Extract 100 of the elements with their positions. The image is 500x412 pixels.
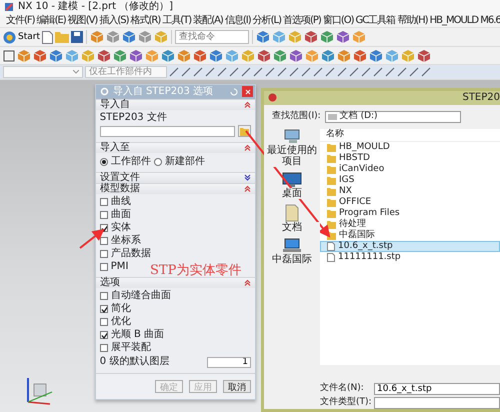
checkbox[interactable] — [100, 344, 108, 352]
checkbox[interactable] — [100, 198, 108, 206]
menu-item[interactable]: 视图(V) — [66, 14, 98, 27]
line-tool-icon[interactable] — [325, 65, 335, 79]
checkbox[interactable] — [100, 331, 108, 340]
close-button[interactable] — [242, 86, 253, 98]
file-row[interactable]: 待处理 — [320, 218, 500, 230]
radio-button[interactable] — [100, 158, 108, 166]
collapse-icon[interactable] — [244, 144, 251, 152]
file-row[interactable]: IGS — [320, 174, 500, 186]
checkbox[interactable] — [100, 237, 108, 246]
cube-icon[interactable] — [337, 48, 351, 64]
cube-icon[interactable] — [193, 48, 207, 64]
cube-icon[interactable] — [113, 48, 127, 64]
sketch-icon[interactable] — [3, 48, 15, 64]
line-tool-icon[interactable] — [361, 65, 371, 79]
file-row[interactable]: 11111111.stp — [320, 252, 500, 263]
line-tool-icon[interactable] — [301, 65, 311, 79]
start-button[interactable]: Start — [3, 29, 40, 46]
cube-icon[interactable] — [122, 29, 136, 46]
line-tool-icon[interactable] — [313, 65, 323, 79]
file-name-field[interactable]: 10.6_x_t.stp — [374, 382, 500, 395]
line-tool-icon[interactable] — [289, 65, 299, 79]
line-tool-icon[interactable] — [397, 65, 407, 79]
open-folder-button[interactable] — [238, 125, 251, 138]
cube-icon[interactable] — [161, 48, 175, 64]
file-row[interactable]: 10.6_x_t.stp — [320, 240, 500, 252]
section-header[interactable]: 选项 — [96, 276, 255, 288]
cube-icon[interactable] — [129, 48, 143, 64]
search-field[interactable]: 查找命令 — [175, 30, 249, 44]
file-row[interactable]: HBSTD — [320, 152, 500, 164]
cube-icon[interactable] — [106, 29, 120, 46]
cube-icon[interactable] — [209, 48, 223, 64]
file-type-field[interactable] — [374, 396, 500, 409]
checkbox[interactable] — [100, 211, 108, 220]
cube-icon[interactable] — [90, 29, 104, 46]
menu-item[interactable]: 编辑(E) — [36, 14, 67, 27]
section-header[interactable]: 设置文件 — [96, 172, 255, 183]
cube-icon[interactable] — [273, 48, 287, 64]
section-header[interactable]: 导入自 — [96, 98, 255, 110]
menu-item[interactable]: 工具(T) — [161, 14, 192, 27]
file-row[interactable]: iCanVideo — [320, 164, 500, 175]
menu-item[interactable]: 装配(A) — [192, 14, 224, 27]
cube-icon[interactable] — [385, 48, 399, 64]
cube-icon[interactable] — [177, 48, 191, 64]
line-tool-icon[interactable] — [337, 65, 347, 79]
cube-icon[interactable] — [417, 48, 431, 64]
section-header[interactable]: 模型数据 — [96, 182, 255, 194]
line-tool-icon[interactable] — [421, 65, 431, 79]
menu-item[interactable]: 文件(F) — [5, 14, 36, 27]
menu-item[interactable]: 帮助(H) — [396, 14, 429, 27]
look-in-dropdown[interactable]: 文档 (D:) — [324, 110, 461, 123]
cube-icon[interactable] — [257, 48, 271, 64]
checkbox[interactable] — [100, 263, 108, 272]
line-tool-icon[interactable] — [277, 65, 287, 79]
line-tool-icon[interactable] — [217, 65, 227, 79]
cube-icon[interactable] — [321, 48, 335, 64]
menu-item[interactable]: 格式(R) — [130, 14, 162, 27]
menu-item[interactable]: 信息(I) — [224, 14, 252, 27]
collapse-icon[interactable] — [244, 185, 251, 192]
cube-icon[interactable] — [304, 29, 318, 46]
cube-icon[interactable] — [33, 48, 47, 64]
cube-icon[interactable] — [225, 48, 239, 64]
cube-icon[interactable] — [320, 29, 334, 46]
radio-button[interactable] — [154, 158, 162, 166]
cube-icon[interactable] — [138, 29, 152, 46]
line-tool-icon[interactable] — [169, 65, 179, 79]
save-icon[interactable] — [71, 29, 83, 46]
menu-item[interactable]: 窗口(O) — [322, 14, 355, 27]
cube-icon[interactable] — [272, 29, 286, 46]
line-tool-icon[interactable] — [373, 65, 383, 79]
collapse-icon[interactable] — [244, 279, 251, 286]
line-tool-icon[interactable] — [265, 65, 275, 79]
radio-option[interactable]: 工作部件 — [100, 156, 151, 168]
line-tool-icon[interactable] — [193, 65, 203, 79]
dialog-button[interactable]: 取消 — [223, 380, 251, 393]
cube-icon[interactable] — [289, 48, 303, 64]
line-tool-icon[interactable] — [241, 65, 251, 79]
file-row[interactable]: HB_MOULD — [320, 142, 500, 153]
column-header[interactable]: 名称 — [320, 128, 500, 142]
menu-item[interactable]: GC工具箱 — [354, 14, 396, 27]
line-tool-icon[interactable] — [385, 65, 395, 79]
radio-option[interactable]: 新建部件 — [154, 156, 205, 168]
cube-icon[interactable] — [49, 48, 63, 64]
cube-icon[interactable] — [97, 48, 111, 64]
line-tool-icon[interactable] — [205, 65, 215, 79]
section-header[interactable]: 导入至 — [96, 142, 255, 153]
checkbox[interactable] — [100, 305, 108, 314]
file-path-field[interactable] — [100, 126, 235, 137]
checkbox[interactable] — [100, 250, 108, 258]
menu-item[interactable]: HB_MOULD M6.6 — [428, 14, 500, 27]
file-row[interactable]: NX — [320, 186, 500, 197]
line-tool-icon[interactable] — [349, 65, 359, 79]
menu-item[interactable]: 分析(L) — [252, 14, 282, 27]
file-row[interactable]: 中磊国际 — [320, 230, 500, 241]
menu-item[interactable]: 插入(S) — [98, 14, 130, 27]
layer-field[interactable]: 1 — [207, 356, 251, 368]
line-tool-icon[interactable] — [409, 65, 419, 79]
cube-icon[interactable] — [353, 48, 367, 64]
checkbox[interactable] — [100, 318, 108, 326]
